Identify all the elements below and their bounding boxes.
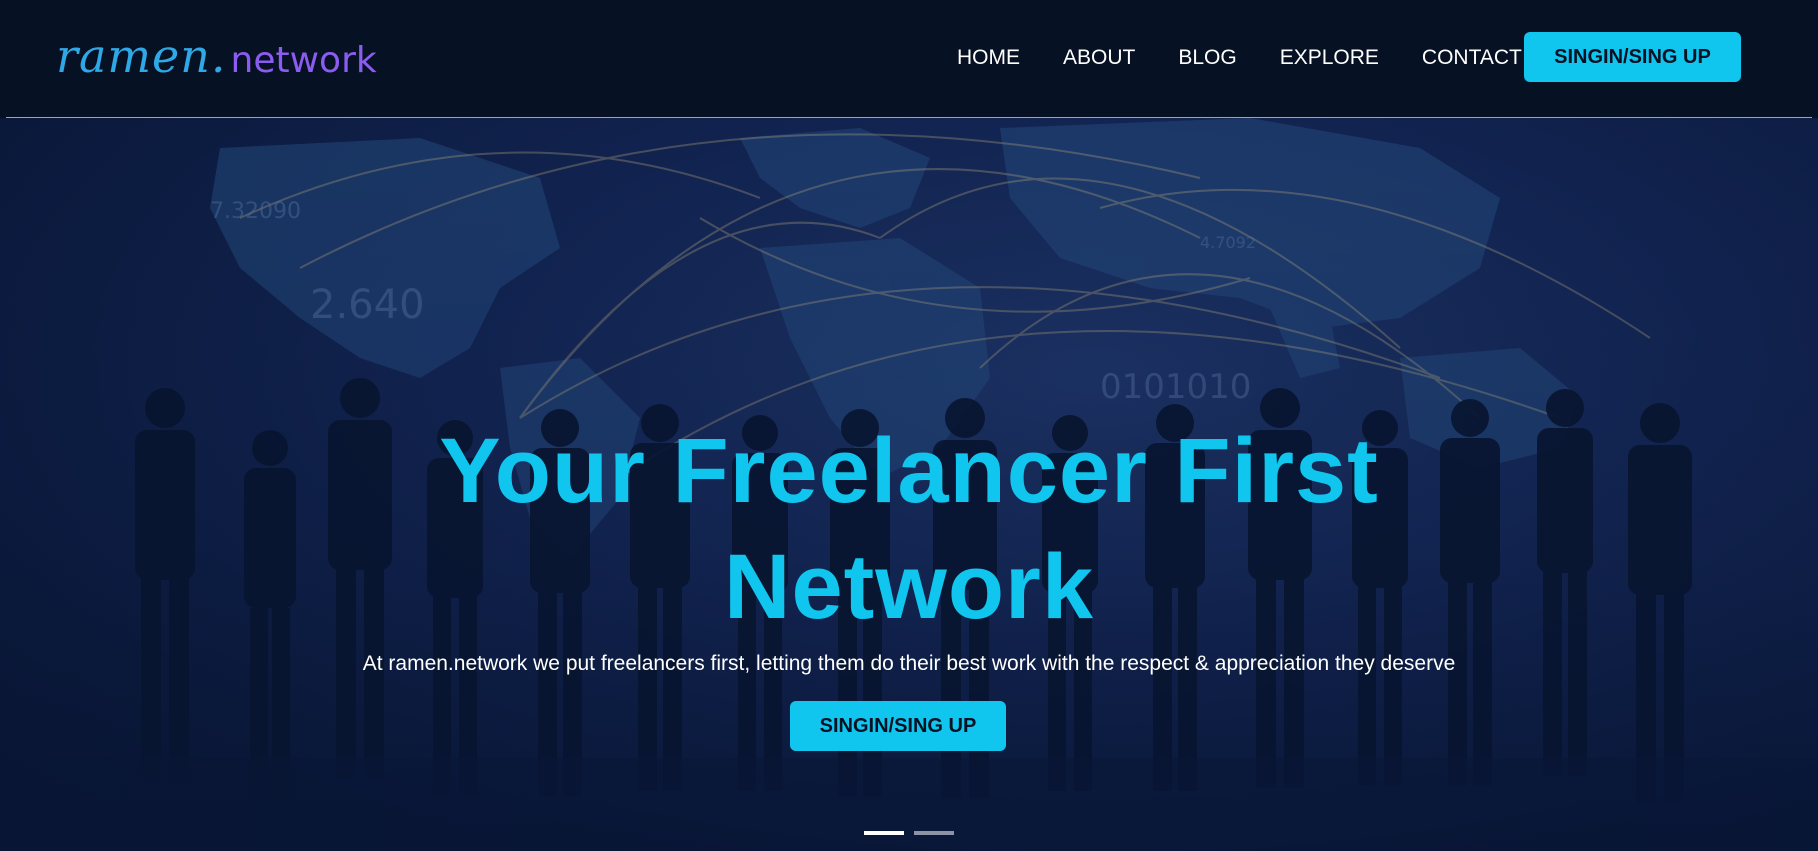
page: ramen. network HOME ABOUT BLOG EXPLORE C… — [0, 0, 1818, 851]
hero-carousel: 7.32090 2.640 4.7092 0101010 — [0, 118, 1818, 851]
hero-signin-signup-button[interactable]: SINGIN/SING UP — [790, 701, 1006, 751]
logo-script-text: ramen. — [56, 29, 227, 83]
carousel-indicator-2[interactable] — [914, 831, 954, 835]
logo-network-text: network — [230, 40, 377, 81]
nav-link-contact[interactable]: CONTACT — [1422, 46, 1522, 70]
nav-link-home[interactable]: HOME — [957, 46, 1020, 70]
main-nav: HOME ABOUT BLOG EXPLORE CONTACT — [957, 46, 1565, 70]
hero-title-line2: Network — [724, 536, 1094, 638]
hero-subtitle: At ramen.network we put freelancers firs… — [362, 652, 1456, 675]
nav-link-explore[interactable]: EXPLORE — [1280, 46, 1379, 70]
hero-title-line1: Your Freelancer First — [439, 420, 1379, 522]
nav-link-about[interactable]: ABOUT — [1063, 46, 1135, 70]
site-logo[interactable]: ramen. network — [56, 33, 377, 79]
hero-title: Your Freelancer First Network — [0, 413, 1818, 645]
nav-signin-signup-button[interactable]: SINGIN/SING UP — [1524, 32, 1741, 82]
carousel-indicators — [864, 831, 954, 835]
carousel-indicator-1[interactable] — [864, 831, 904, 835]
nav-link-blog[interactable]: BLOG — [1178, 46, 1236, 70]
top-navbar: ramen. network HOME ABOUT BLOG EXPLORE C… — [0, 0, 1818, 117]
